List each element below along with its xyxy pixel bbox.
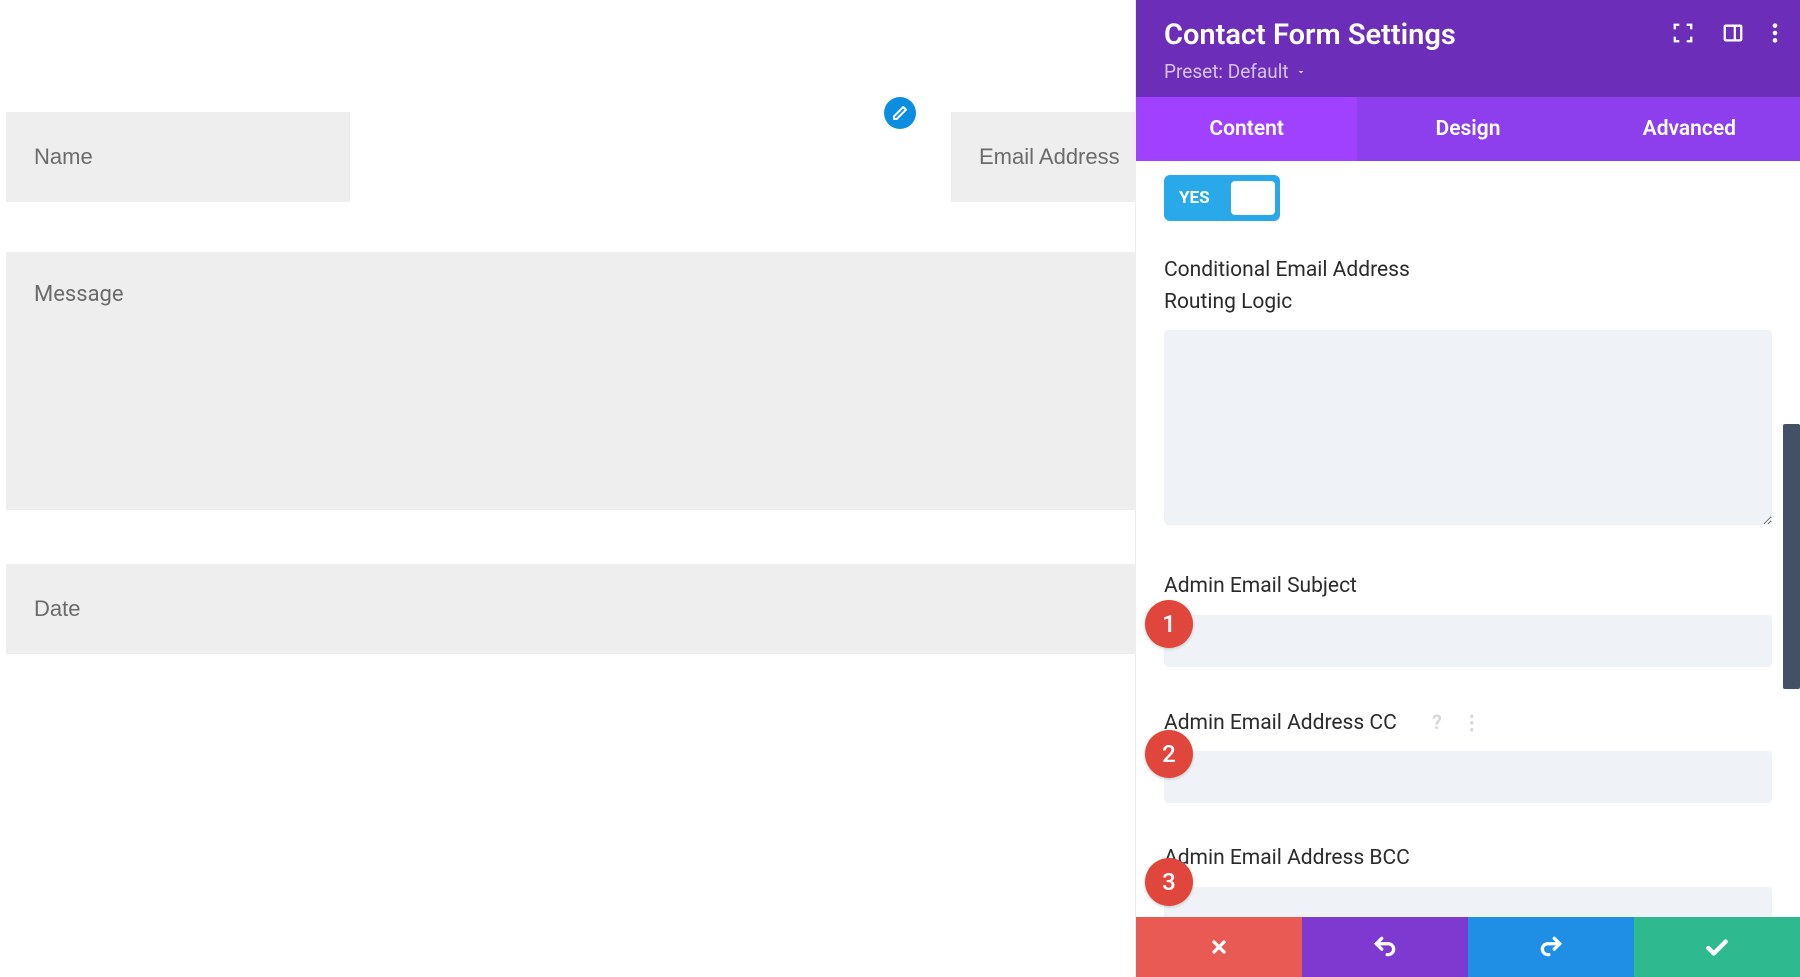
admin-cc-label-text: Admin Email Address CC (1164, 711, 1397, 735)
edit-field-button[interactable] (884, 97, 916, 129)
conditional-routing-label: Conditional Email Address Routing Logic (1164, 255, 1772, 318)
check-icon (1704, 934, 1730, 960)
panel-header: Contact Form Settings Preset: Default (1136, 0, 1800, 97)
admin-subject-input[interactable] (1164, 615, 1772, 667)
annotation-badge-1: 1 (1145, 600, 1193, 648)
redo-button[interactable] (1468, 917, 1634, 977)
scrollbar[interactable] (1783, 424, 1800, 689)
conditional-line1: Conditional Email Address (1164, 258, 1410, 282)
field-hints: ? ⋮ (1432, 707, 1482, 737)
admin-bcc-label: Admin Email Address BCC (1164, 843, 1772, 875)
help-icon[interactable]: ? (1432, 707, 1442, 737)
pencil-icon (892, 105, 908, 121)
chevron-down-icon (1295, 66, 1307, 78)
annotation-badge-3: 3 (1145, 858, 1193, 906)
toggle-yes-label: YES (1179, 188, 1210, 208)
sidebar-toggle-icon[interactable] (1722, 22, 1744, 44)
preset-dropdown[interactable]: Preset: Default (1164, 60, 1772, 83)
panel-body[interactable]: YES Conditional Email Address Routing Lo… (1136, 161, 1800, 917)
toggle-switch[interactable]: YES (1164, 175, 1280, 221)
cancel-button[interactable] (1136, 917, 1302, 977)
admin-cc-input[interactable] (1164, 751, 1772, 803)
settings-panel: Contact Form Settings Preset: Default Co… (1135, 0, 1800, 977)
conditional-routing-textarea[interactable] (1164, 330, 1772, 525)
undo-icon (1372, 934, 1398, 960)
message-textarea[interactable] (6, 252, 1164, 510)
close-icon (1209, 937, 1229, 957)
panel-tabs: Content Design Advanced (1136, 97, 1800, 161)
undo-button[interactable] (1302, 917, 1468, 977)
more-options-icon[interactable] (1772, 22, 1778, 44)
field-options-icon[interactable]: ⋮ (1462, 707, 1482, 737)
save-button[interactable] (1634, 917, 1800, 977)
date-input[interactable] (6, 564, 1164, 654)
tab-design[interactable]: Design (1357, 97, 1578, 161)
toggle-knob (1231, 181, 1275, 215)
expand-icon[interactable] (1672, 22, 1694, 44)
panel-footer (1136, 917, 1800, 977)
preset-label: Preset: Default (1164, 60, 1289, 83)
form-preview-area (0, 0, 1170, 977)
conditional-line2: Routing Logic (1164, 290, 1292, 314)
name-field-wrapper (6, 112, 901, 202)
redo-icon (1538, 934, 1564, 960)
tab-advanced[interactable]: Advanced (1579, 97, 1800, 161)
admin-cc-label: Admin Email Address CC ? ⋮ (1164, 707, 1772, 740)
name-input[interactable] (6, 112, 350, 202)
admin-subject-label: Admin Email Subject (1164, 571, 1772, 603)
tab-content[interactable]: Content (1136, 97, 1357, 161)
annotation-badge-2: 2 (1145, 730, 1193, 778)
admin-bcc-input[interactable] (1164, 887, 1772, 918)
